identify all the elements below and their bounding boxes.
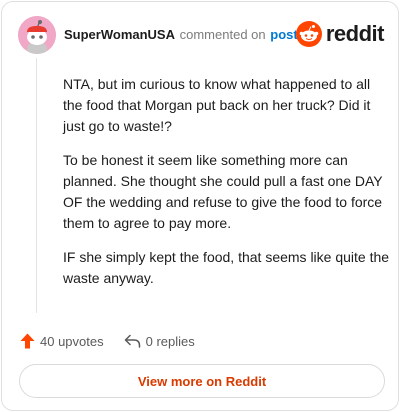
comment-paragraph: To be honest it seem like something more… [63, 152, 383, 231]
reddit-logo-icon [295, 21, 322, 47]
comment-body: NTA, but im curious to know what happene… [63, 74, 391, 302]
reddit-wordmark: reddit [325, 21, 385, 46]
thread-line [36, 58, 37, 313]
comment-actions: 40 upvotes 0 replies [20, 332, 195, 350]
reddit-logo[interactable]: reddit [295, 21, 385, 47]
post-link[interactable]: post [270, 27, 297, 42]
reply-arrow-icon [124, 334, 140, 348]
upvote-button[interactable]: 40 upvotes [20, 333, 104, 349]
upvote-arrow-icon [20, 333, 35, 349]
upvote-count: 40 upvotes [40, 333, 104, 349]
username-link[interactable]: SuperWomanUSA [64, 27, 175, 42]
comment-byline: SuperWomanUSA commented on post [64, 27, 298, 42]
comment-paragraph: NTA, but im curious to know what happene… [63, 76, 371, 134]
commented-on-text: commented on [179, 27, 266, 42]
reply-button[interactable]: 0 replies [124, 334, 195, 349]
reply-count: 0 replies [145, 333, 195, 349]
comment-header: SuperWomanUSA commented on post reddit [18, 16, 385, 56]
view-more-button[interactable]: View more on Reddit [19, 364, 385, 398]
comment-paragraph: IF she simply kept the food, that seems … [63, 249, 390, 286]
snoo-avatar-icon[interactable] [18, 16, 56, 54]
comment-embed-card: SuperWomanUSA commented on post reddit N… [1, 1, 399, 411]
